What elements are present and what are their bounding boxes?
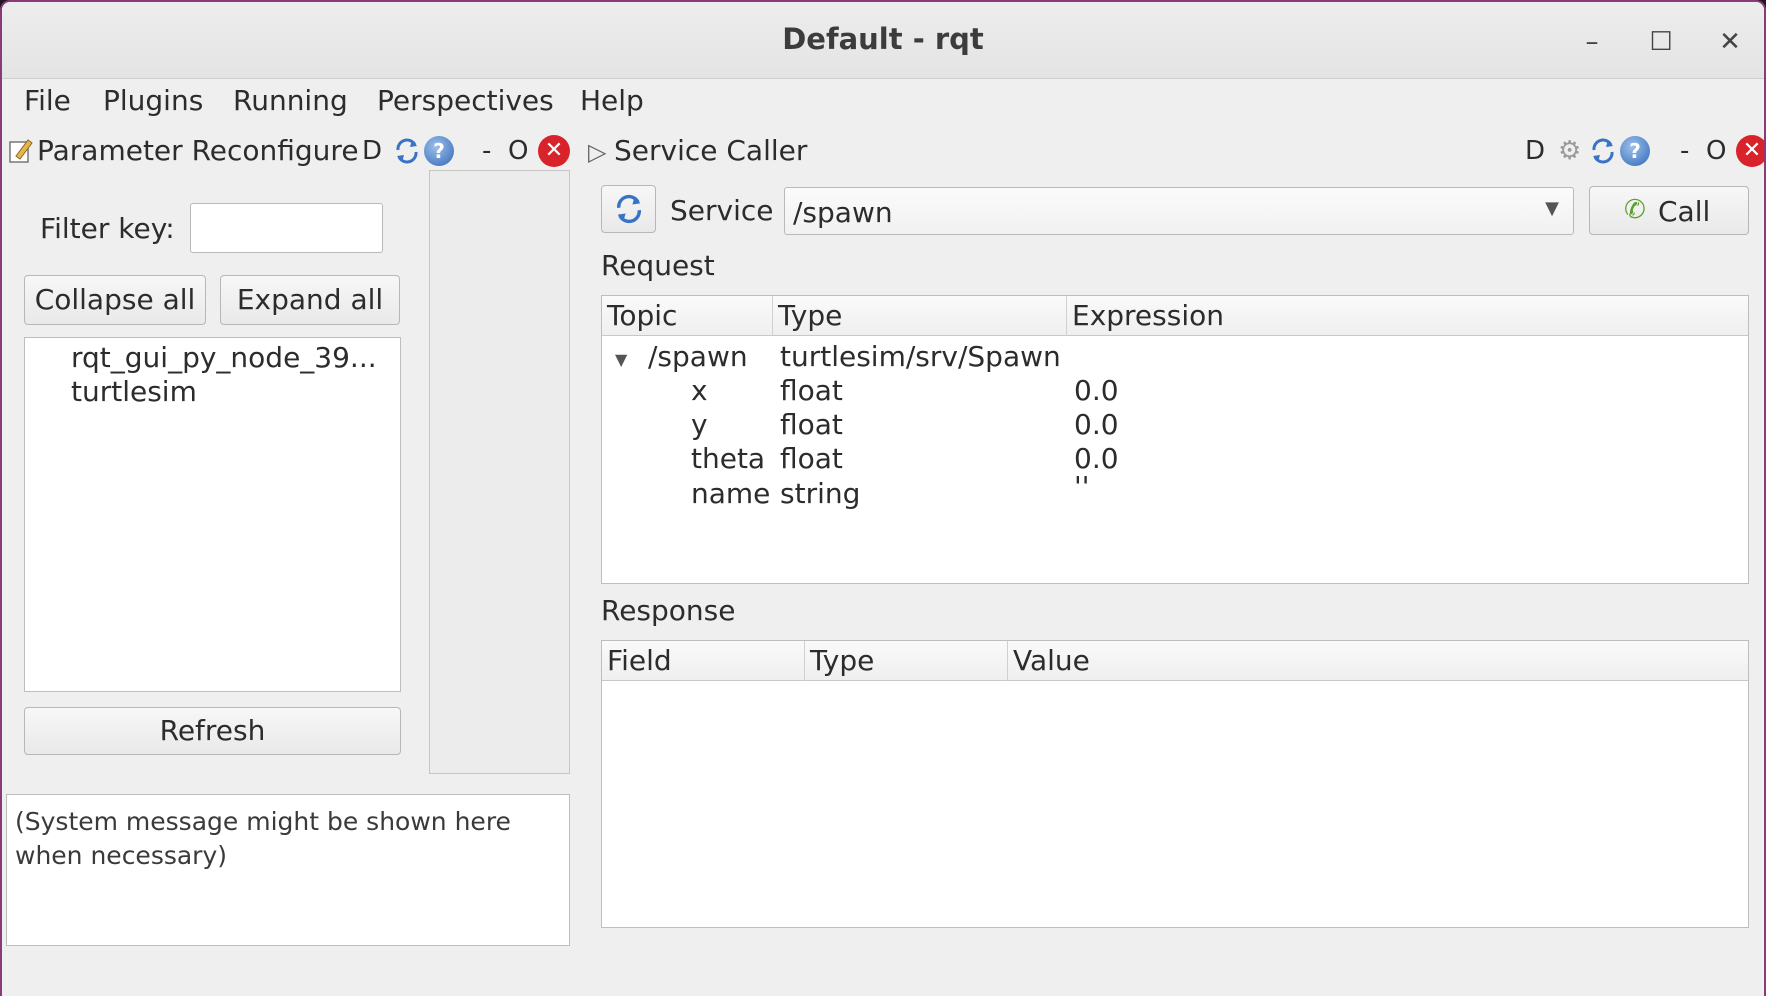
col-topic[interactable]: Topic xyxy=(602,296,773,336)
service-dock-float[interactable]: O xyxy=(1706,136,1726,166)
request-field-topic: name xyxy=(691,477,771,510)
filter-key-input[interactable] xyxy=(190,203,383,253)
param-editor-area xyxy=(429,170,570,774)
request-header: Topic Type Expression xyxy=(602,296,1748,336)
window-title: Default - rqt xyxy=(782,22,984,56)
gear-icon[interactable]: ⚙ xyxy=(1558,136,1581,166)
service-dock-title: Service Caller xyxy=(614,134,808,167)
request-label: Request xyxy=(601,249,715,282)
refresh-services-button[interactable] xyxy=(601,185,656,233)
response-label: Response xyxy=(601,594,736,627)
request-field-topic: theta xyxy=(691,442,766,475)
request-field-type: float xyxy=(780,408,843,441)
system-message-box: (System message might be shown here when… xyxy=(6,794,570,946)
menu-bar: File Plugins Running Perspectives Help xyxy=(2,80,1764,124)
request-root-type: turtlesim/srv/Spawn xyxy=(780,340,1061,373)
request-field-topic: x xyxy=(691,374,708,407)
menu-perspectives[interactable]: Perspectives xyxy=(377,84,554,117)
rqt-window: Default - rqt – ☐ ✕ File Plugins Running… xyxy=(0,0,1766,996)
service-label: Service xyxy=(670,194,774,227)
service-dock-close-icon[interactable]: ✕ xyxy=(1736,135,1764,167)
play-icon: ▷ xyxy=(588,138,607,166)
close-icon[interactable]: ✕ xyxy=(1712,24,1748,60)
service-select-value: /spawn xyxy=(793,196,893,229)
call-button[interactable]: ✆ Call xyxy=(1589,186,1749,235)
filter-key-label: Filter key: xyxy=(40,212,175,245)
collapse-all-button[interactable]: Collapse all xyxy=(24,275,206,325)
minimize-icon[interactable]: – xyxy=(1574,24,1610,60)
service-dock-titlebar[interactable]: ▷ Service Caller D ⚙ ? - O ✕ xyxy=(582,128,1764,174)
col-field[interactable]: Field xyxy=(602,641,805,681)
param-dock-title: Parameter Reconfigure xyxy=(37,134,359,167)
expand-all-button[interactable]: Expand all xyxy=(220,275,400,325)
menu-plugins[interactable]: Plugins xyxy=(103,84,203,117)
title-bar[interactable]: Default - rqt – ☐ ✕ xyxy=(2,2,1764,79)
request-field-type: float xyxy=(780,374,843,407)
refresh-icon xyxy=(616,194,641,224)
request-field-expression[interactable]: '' xyxy=(1074,470,1089,503)
phone-icon: ✆ xyxy=(1624,195,1646,225)
node-list: rqt_gui_py_node_39... turtlesim xyxy=(24,337,401,692)
param-dock-d-button[interactable]: D xyxy=(362,136,382,166)
col-expression[interactable]: Expression xyxy=(1067,296,1749,336)
maximize-icon[interactable]: ☐ xyxy=(1643,24,1679,60)
menu-help[interactable]: Help xyxy=(580,84,644,117)
expand-arrow-icon[interactable]: ▼ xyxy=(615,350,627,369)
service-help-icon[interactable]: ? xyxy=(1620,136,1650,166)
response-tree: Field Type Value xyxy=(601,640,1749,928)
menu-running[interactable]: Running xyxy=(233,84,348,117)
param-dock-close-icon[interactable]: ✕ xyxy=(538,135,570,167)
service-dock-minimize[interactable]: - xyxy=(1680,136,1689,166)
col-type[interactable]: Type xyxy=(773,296,1067,336)
menu-file[interactable]: File xyxy=(24,84,71,117)
system-message-text: (System message might be shown here when… xyxy=(15,807,511,870)
request-field-type: string xyxy=(780,477,861,510)
service-dock-d-button[interactable]: D xyxy=(1525,136,1545,166)
col-value[interactable]: Value xyxy=(1008,641,1749,681)
col-type[interactable]: Type xyxy=(805,641,1008,681)
reload-icon[interactable] xyxy=(392,136,422,166)
node-item-turtlesim[interactable]: turtlesim xyxy=(71,375,197,408)
chevron-down-icon: ▼ xyxy=(1545,198,1559,219)
request-tree: Topic Type Expression ▼ /spawn turtlesim… xyxy=(601,295,1749,584)
param-dock-float[interactable]: O xyxy=(508,136,528,166)
request-root-topic[interactable]: /spawn xyxy=(648,340,748,373)
request-field-type: float xyxy=(780,442,843,475)
service-select[interactable]: /spawn ▼ xyxy=(784,187,1574,235)
refresh-button[interactable]: Refresh xyxy=(24,707,401,755)
service-reload-icon[interactable] xyxy=(1588,136,1618,166)
request-field-expression[interactable]: 0.0 xyxy=(1074,408,1119,441)
node-item-rqt-gui[interactable]: rqt_gui_py_node_39... xyxy=(71,341,377,374)
param-dock-titlebar[interactable]: Parameter Reconfigure D ? - O ✕ xyxy=(2,128,582,174)
request-field-expression[interactable]: 0.0 xyxy=(1074,374,1119,407)
request-field-topic: y xyxy=(691,408,708,441)
param-dock-minimize[interactable]: - xyxy=(482,136,491,166)
response-header: Field Type Value xyxy=(602,641,1748,681)
edit-icon xyxy=(8,136,34,164)
help-icon[interactable]: ? xyxy=(424,136,454,166)
